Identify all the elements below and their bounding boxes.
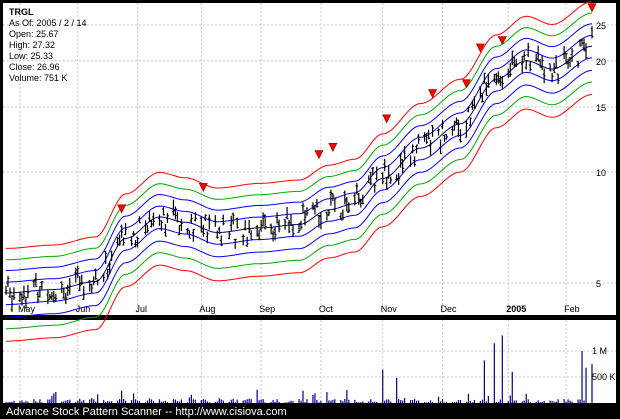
low-label: Low: 25.33 [9,51,53,61]
date-tick-label: Sep [259,304,275,314]
symbol-label: TRGL [9,7,34,17]
date-tick-label: Oct [319,304,334,314]
date-tick-label: Aug [199,304,215,314]
close-label: Close: 26.96 [9,62,60,72]
open-label: Open: 25.67 [9,29,59,39]
volume-tick-label: 500 K [592,372,616,382]
price-tick-label: 25 [596,21,606,31]
date-tick-label: Jun [76,304,91,314]
high-label: High: 27.32 [9,40,55,50]
price-tick-label: 10 [596,168,606,178]
date-tick-label: Nov [381,304,398,314]
date-tick-label: 2005 [506,304,526,314]
price-tick-label: 5 [596,279,601,289]
price-tick-label: 20 [596,57,606,67]
price-tick-label: 15 [596,103,606,113]
footer-text: Advance Stock Pattern Scanner -- http://… [6,406,287,418]
stock-chart: 5 10 15 20 25 May Jun Jul Aug Sep Oct Nov Dec 2005 Feb… [3,1,616,403]
as-of-label: As Of: 2005 / 2 / 14 [9,18,87,28]
volume-panel [3,320,616,403]
volume-tick-label: 1 M [592,346,607,356]
date-tick-label: May [18,304,36,314]
date-tick-label: Feb [564,304,580,314]
volume-label: Volume: 751 K [9,73,68,83]
date-tick-label: Dec [441,304,458,314]
date-tick-label: Jul [136,304,148,314]
